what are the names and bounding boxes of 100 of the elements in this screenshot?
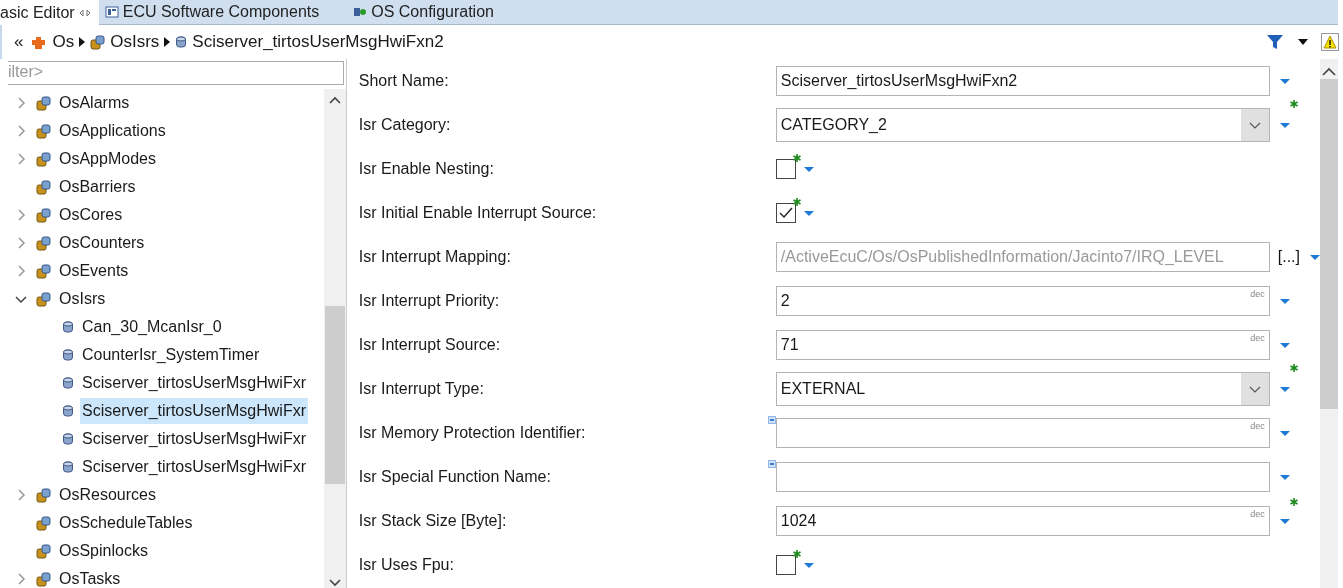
folder-icon (36, 487, 51, 503)
tree-item[interactable]: OsScheduleTables (57, 510, 195, 536)
unit-label: dec (1250, 289, 1265, 299)
tree-item[interactable]: OsIsrs (57, 286, 108, 312)
field-value: CATEGORY_2 (779, 116, 887, 134)
dropdown[interactable]: EXTERNAL (775, 372, 1270, 406)
tree-item[interactable]: CounterIsr_SystemTimer (80, 342, 262, 368)
dropdown-icon (1298, 39, 1308, 45)
tree-item[interactable]: OsBarriers (57, 174, 138, 200)
scrollbar[interactable] (323, 89, 346, 588)
field-label: Isr Category: (358, 116, 452, 134)
input-field[interactable]: dec (775, 418, 1270, 448)
tree-item[interactable]: OsAppModes (57, 146, 158, 172)
window-icon (104, 5, 119, 18)
warning-icon (1323, 35, 1337, 49)
tree-item[interactable]: Can_30_McanIsr_0 (80, 314, 224, 340)
field-label: Isr Interrupt Mapping: (358, 248, 512, 266)
tree-item[interactable]: Sciserver_tirtosUserMsgHwiFxr (80, 370, 309, 396)
tree-item[interactable]: Sciserver_tirtosUserMsgHwiFxr (80, 398, 309, 424)
field-label: Isr Special Function Name: (358, 468, 552, 486)
dropdown-icon[interactable] (1310, 254, 1320, 260)
folder-icon (36, 151, 51, 167)
unit-label: dec (1250, 421, 1265, 431)
field-value: 71 (779, 336, 799, 354)
unit-label: dec (1250, 333, 1265, 343)
dropdown-icon[interactable] (1279, 430, 1290, 436)
cylinder-icon (62, 460, 74, 474)
cylinder-icon (62, 376, 74, 390)
folder-icon (36, 95, 51, 111)
dropdown-button[interactable] (1240, 373, 1269, 405)
dropdown-icon[interactable] (1279, 474, 1290, 480)
input-field[interactable]: Sciserver_tirtosUserMsgHwiFxn2 (775, 66, 1270, 96)
folder-icon (36, 207, 51, 223)
dropdown-icon[interactable] (1279, 122, 1290, 128)
field-label: Short Name: (358, 72, 450, 90)
folder-icon (36, 235, 51, 251)
tree-item[interactable]: OsEvents (57, 258, 131, 284)
tab[interactable]: ECU Software Components (98, 0, 348, 24)
checkmark-icon (778, 207, 793, 219)
tree-item[interactable]: OsCores (57, 202, 125, 228)
folder-icon (36, 291, 51, 307)
back-button[interactable]: « (14, 32, 24, 52)
dropdown-icon[interactable] (1279, 342, 1290, 348)
cylinder-icon (62, 348, 74, 362)
tree-item[interactable]: OsSpinlocks (57, 538, 150, 564)
tree-item[interactable]: OsCounters (57, 230, 147, 256)
folder-icon (36, 263, 51, 279)
folder-icon (36, 179, 51, 195)
chevron-down-icon (1248, 385, 1261, 393)
field-value: Sciserver_tirtosUserMsgHwiFxn2 (779, 72, 1018, 90)
field-label: Isr Stack Size [Byte]: (358, 512, 508, 530)
breadcrumb-item[interactable]: Os (30, 32, 75, 52)
tree-item[interactable]: Sciserver_tirtosUserMsgHwiFxr (80, 454, 309, 480)
input-field[interactable]: 2 dec (775, 286, 1270, 316)
field-value: EXTERNAL (779, 380, 866, 398)
dropdown-icon[interactable] (1279, 518, 1290, 524)
cylinder-icon (62, 320, 74, 334)
folder-icon (36, 515, 51, 531)
folder-icon (36, 123, 51, 139)
cylinder-icon (175, 35, 188, 49)
cylinder-icon (62, 404, 74, 418)
tree-item[interactable]: OsAlarms (57, 90, 132, 116)
input-field[interactable]: 1024 dec (775, 506, 1270, 536)
unit-label: dec (1250, 509, 1265, 519)
checkbox[interactable] (775, 203, 796, 223)
chevron-down-icon (1248, 121, 1261, 129)
dropdown-icon[interactable] (803, 562, 814, 568)
input-field[interactable]: 71 dec (775, 330, 1270, 360)
checkbox[interactable] (775, 159, 796, 179)
arrow-icon (79, 37, 86, 47)
dropdown-icon[interactable] (1279, 298, 1290, 304)
dropdown-icon[interactable] (1279, 78, 1290, 84)
field-value: 2 (779, 292, 790, 310)
checkbox[interactable] (775, 555, 796, 575)
field-value: /ActiveEcuC/Os/OsPublishedInformation/Jacinto7/IRQ_LEVEL (779, 248, 1224, 266)
folder-icon (90, 34, 106, 50)
field-label: Isr Interrupt Source: (358, 336, 502, 354)
scroll-up-icon[interactable] (327, 95, 342, 105)
dropdown[interactable]: CATEGORY_2 (775, 108, 1270, 142)
breadcrumb-item[interactable]: Sciserver_tirtosUserMsgHwiFxn2 (175, 32, 444, 52)
browse-button[interactable]: [...] (1277, 248, 1300, 266)
warning-button[interactable] (1321, 33, 1339, 51)
field-label: Isr Enable Nesting: (358, 160, 495, 178)
dropdown-icon[interactable] (803, 166, 814, 172)
breadcrumb-item[interactable]: OsIsrs (90, 32, 160, 52)
field-label: Isr Interrupt Priority: (358, 292, 501, 310)
dropdown-icon[interactable] (1279, 386, 1290, 392)
tab[interactable]: OS Configuration (347, 0, 522, 24)
tree-item[interactable]: OsTasks (57, 566, 123, 588)
scrollbar[interactable] (1320, 59, 1338, 588)
field-label: Isr Initial Enable Interrupt Source: (358, 204, 598, 222)
cylinder-icon (62, 432, 74, 446)
folder-icon (36, 543, 51, 559)
dropdown-button[interactable] (1240, 109, 1269, 141)
tree-item[interactable]: OsResources (57, 482, 158, 508)
scroll-down-icon[interactable] (327, 578, 342, 588)
tree-item[interactable]: Sciserver_tirtosUserMsgHwiFxr (80, 426, 309, 452)
tree-item[interactable]: OsApplications (57, 118, 168, 144)
dropdown-icon[interactable] (803, 210, 814, 216)
field-label: Isr Memory Protection Identifier: (358, 424, 587, 442)
